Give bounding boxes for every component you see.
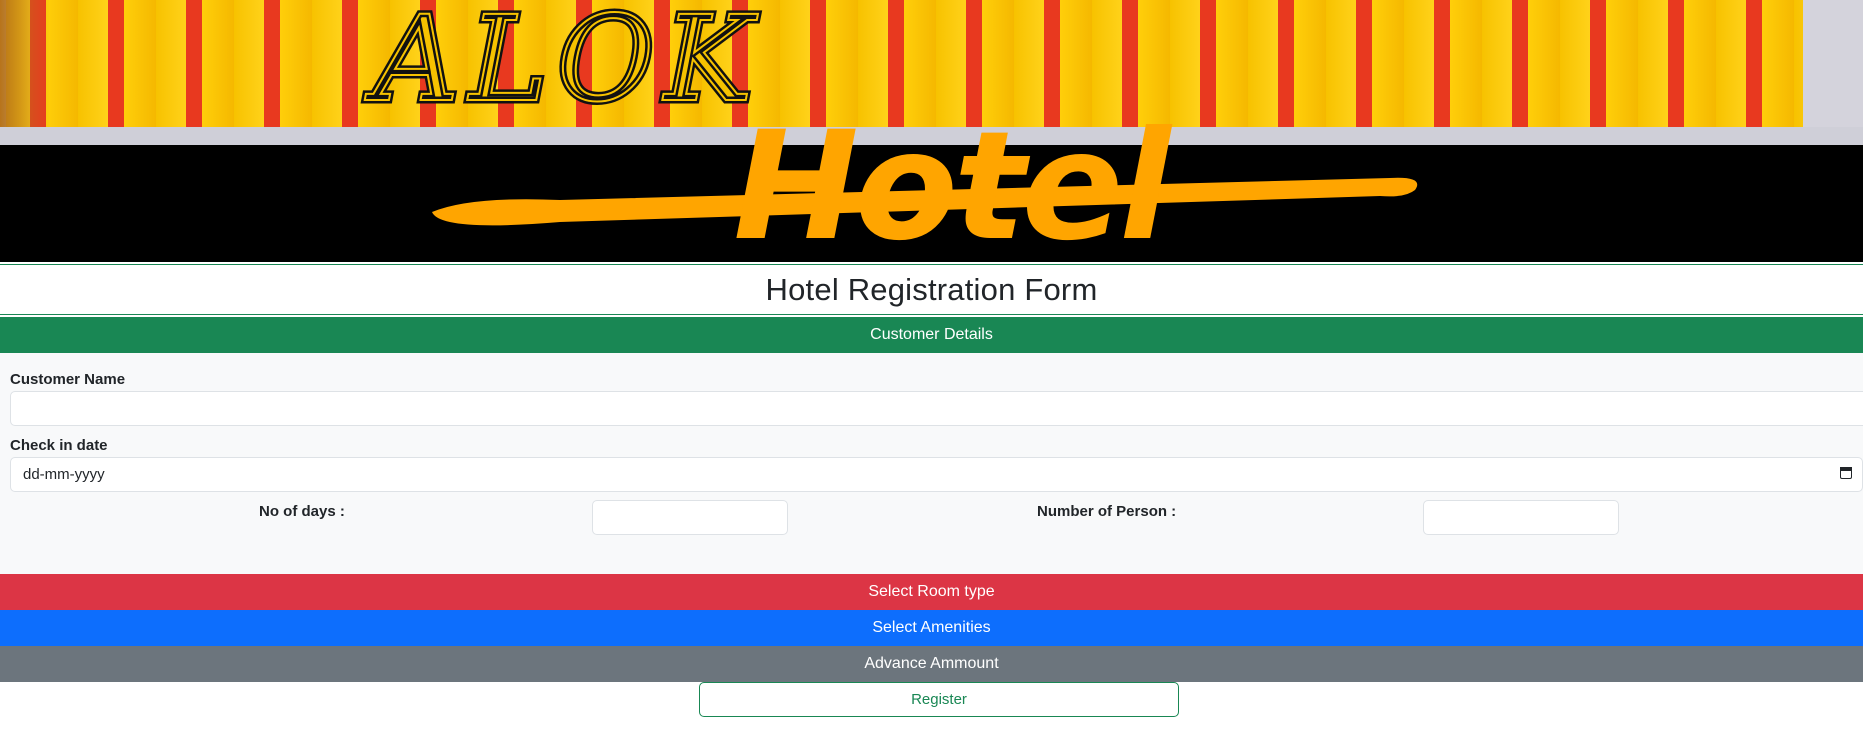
hotel-banner-image: ALOK ALOK Hotel	[0, 0, 1863, 262]
logo-word-alok-outline: ALOK	[365, 0, 762, 128]
persons-label: Number of Person :	[1037, 503, 1177, 520]
customer-name-label: Customer Name	[10, 371, 126, 388]
checkin-date-label: Check in date	[10, 437, 108, 454]
customer-name-input[interactable]	[10, 391, 1863, 426]
checkin-date-input[interactable]: dd-mm-yyyy	[10, 457, 1863, 492]
days-input[interactable]	[592, 500, 788, 535]
calendar-icon[interactable]	[1840, 467, 1852, 479]
checkin-date-placeholder: dd-mm-yyyy	[23, 466, 105, 483]
customer-details-header: Customer Details	[0, 317, 1863, 353]
page-title: Hotel Registration Form	[765, 271, 1098, 307]
customer-details-form: Customer Name Check in date dd-mm-yyyy N…	[0, 353, 1863, 574]
advance-amount-section-button[interactable]: Advance Ammount	[0, 646, 1863, 682]
logo-word-hotel: Hotel	[733, 100, 1173, 262]
room-type-section-button[interactable]: Select Room type	[0, 574, 1863, 610]
amenities-section-button[interactable]: Select Amenities	[0, 610, 1863, 646]
title-container: Hotel Registration Form	[0, 264, 1863, 315]
hotel-logo: ALOK ALOK Hotel	[361, 0, 1418, 262]
persons-input[interactable]	[1423, 500, 1619, 535]
days-label: No of days :	[259, 503, 345, 520]
register-button[interactable]: Register	[699, 682, 1179, 717]
